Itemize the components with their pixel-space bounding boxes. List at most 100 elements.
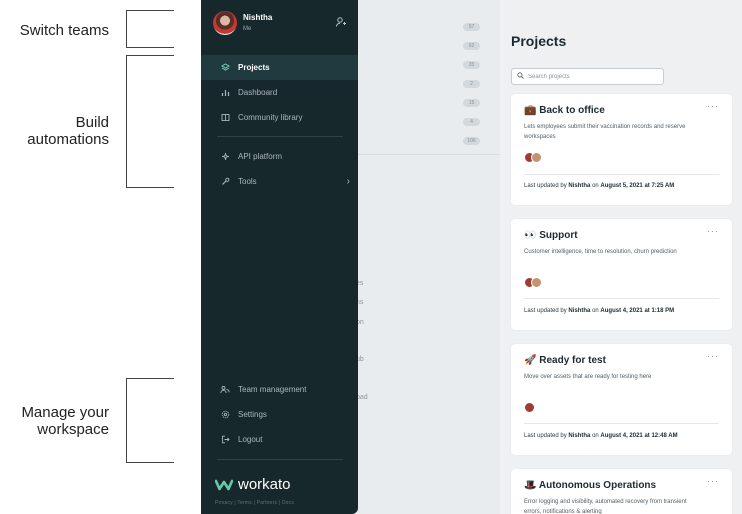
project-description: Customer intelligence, time to resolutio… bbox=[524, 249, 677, 255]
api-icon bbox=[220, 152, 230, 162]
project-title[interactable]: 🚀 Ready for test bbox=[524, 355, 606, 366]
sidebar-item-projects[interactable]: Projects bbox=[201, 55, 358, 80]
page: Switch teams Build automations Manage yo… bbox=[0, 0, 742, 514]
last-updated-date: August 4, 2021 at 1:18 PM bbox=[600, 308, 675, 314]
last-updated-prefix: Last updated by bbox=[524, 308, 567, 314]
workato-logo[interactable]: workato bbox=[215, 476, 291, 493]
last-updated-date: August 5, 2021 at 7:25 AM bbox=[600, 183, 675, 189]
count-badge: 35 bbox=[463, 61, 480, 69]
count-badge: 57 bbox=[463, 23, 480, 31]
project-title[interactable]: 💼 Back to office bbox=[524, 105, 605, 116]
project-emoji: 🎩 bbox=[524, 480, 537, 491]
project-description: Move over assets that are ready for test… bbox=[524, 374, 652, 380]
search-box[interactable] bbox=[511, 68, 664, 85]
user-team: Me bbox=[243, 26, 252, 32]
sidebar-item-team-management[interactable]: Team management bbox=[201, 377, 358, 402]
switch-user-icon[interactable] bbox=[335, 16, 347, 28]
annotation-switch-teams: Switch teams bbox=[0, 22, 109, 39]
project-card[interactable]: 💼 Back to office ··· Lets employees subm… bbox=[511, 94, 732, 205]
workato-logo-mark bbox=[215, 479, 233, 490]
sidebar-item-label: Projects bbox=[238, 63, 270, 72]
last-updated-on: on bbox=[592, 308, 599, 314]
more-options-icon[interactable]: ··· bbox=[707, 351, 719, 361]
last-updated-prefix: Last updated by bbox=[524, 433, 567, 439]
project-card[interactable]: 🚀 Ready for test ··· Move over assets th… bbox=[511, 344, 732, 455]
project-name: Autonomous Operations bbox=[538, 480, 657, 491]
project-name: Back to office bbox=[539, 105, 605, 116]
sidebar-item-tools[interactable]: Tools › bbox=[201, 169, 358, 194]
projects-icon bbox=[220, 62, 230, 73]
divider bbox=[217, 136, 343, 137]
avatar bbox=[531, 277, 542, 288]
project-card[interactable]: 👀 Support ··· Customer intelligence, tim… bbox=[511, 219, 732, 330]
annotation-text: Manage your bbox=[21, 404, 109, 421]
collaborator-avatars bbox=[524, 277, 554, 289]
project-title[interactable]: 🎩 Autonomous Operations bbox=[524, 480, 656, 491]
last-updated: Last updated by Nishtha on August 4, 202… bbox=[524, 433, 678, 439]
avatar bbox=[213, 11, 237, 35]
sidebar: Nishtha Me Projects Dashboard Community … bbox=[201, 0, 358, 514]
more-options-icon[interactable]: ··· bbox=[707, 226, 719, 236]
project-description: Error logging and visibility, automated … bbox=[524, 499, 687, 514]
sidebar-item-label: Community library bbox=[238, 113, 303, 122]
sidebar-item-label: Team management bbox=[238, 385, 307, 394]
sidebar-item-label: Settings bbox=[238, 410, 267, 419]
annotation-text: automations bbox=[27, 131, 109, 148]
bracket-build-automations bbox=[126, 55, 174, 188]
sidebar-item-logout[interactable]: Logout bbox=[201, 427, 358, 452]
sidebar-item-api-platform[interactable]: API platform bbox=[201, 144, 358, 169]
collaborator-avatars bbox=[524, 402, 544, 414]
background-list-panel bbox=[357, 0, 500, 514]
gear-icon bbox=[220, 410, 230, 420]
last-updated-user: Nishtha bbox=[568, 308, 591, 314]
sidebar-item-label: Logout bbox=[238, 435, 263, 444]
search-icon bbox=[517, 72, 524, 81]
count-badge: 15 bbox=[463, 99, 480, 107]
avatar bbox=[524, 402, 535, 413]
book-icon bbox=[220, 113, 230, 123]
sidebar-item-label: API platform bbox=[238, 152, 283, 161]
search-input[interactable] bbox=[528, 73, 658, 80]
annotation-text: Build bbox=[75, 114, 109, 131]
avatar bbox=[531, 152, 542, 163]
collaborator-avatars bbox=[524, 152, 554, 164]
sidebar-item-label: Dashboard bbox=[238, 88, 278, 97]
footer-links[interactable]: Privacy | Terms | Partners | Docs bbox=[215, 500, 294, 506]
divider bbox=[524, 174, 719, 175]
team-icon bbox=[220, 385, 230, 395]
last-updated-on: on bbox=[592, 183, 599, 189]
more-options-icon[interactable]: ··· bbox=[707, 476, 719, 486]
logo-text: workato bbox=[238, 476, 291, 493]
project-card[interactable]: 🎩 Autonomous Operations ··· Error loggin… bbox=[511, 469, 732, 514]
annotation-build-automations: Build automations bbox=[0, 114, 109, 148]
last-updated-on: on bbox=[592, 433, 599, 439]
annotation-text: Switch teams bbox=[19, 22, 109, 39]
last-updated: Last updated by Nishtha on August 4, 202… bbox=[524, 308, 674, 314]
chevron-right-icon: › bbox=[346, 176, 350, 187]
project-emoji: 👀 bbox=[524, 230, 537, 241]
count-badge: 2 bbox=[463, 80, 480, 88]
divider bbox=[524, 423, 719, 424]
project-emoji: 🚀 bbox=[524, 355, 537, 366]
annotation-text: workspace bbox=[37, 421, 109, 438]
count-badge: 62 bbox=[463, 42, 480, 50]
sidebar-item-settings[interactable]: Settings bbox=[201, 402, 358, 427]
bracket-switch-teams bbox=[126, 10, 174, 48]
bracket-manage-workspace bbox=[126, 378, 174, 463]
divider bbox=[524, 298, 719, 299]
last-updated-prefix: Last updated by bbox=[524, 183, 567, 189]
logout-icon bbox=[220, 435, 230, 445]
count-badge: 106 bbox=[463, 137, 480, 145]
project-description: Lets employees submit their vaccination … bbox=[524, 124, 686, 140]
more-options-icon[interactable]: ··· bbox=[707, 101, 719, 111]
sidebar-item-dashboard[interactable]: Dashboard bbox=[201, 80, 358, 105]
last-updated-date: August 4, 2021 at 12:48 AM bbox=[600, 433, 678, 439]
last-updated-user: Nishtha bbox=[568, 183, 591, 189]
project-name: Ready for test bbox=[539, 355, 606, 366]
sidebar-item-community-library[interactable]: Community library bbox=[201, 105, 358, 130]
annotation-manage-workspace: Manage your workspace bbox=[0, 404, 109, 438]
wrench-icon bbox=[220, 177, 230, 187]
background-separator bbox=[357, 154, 500, 155]
project-title[interactable]: 👀 Support bbox=[524, 230, 578, 241]
count-badge: 4 bbox=[463, 118, 480, 126]
